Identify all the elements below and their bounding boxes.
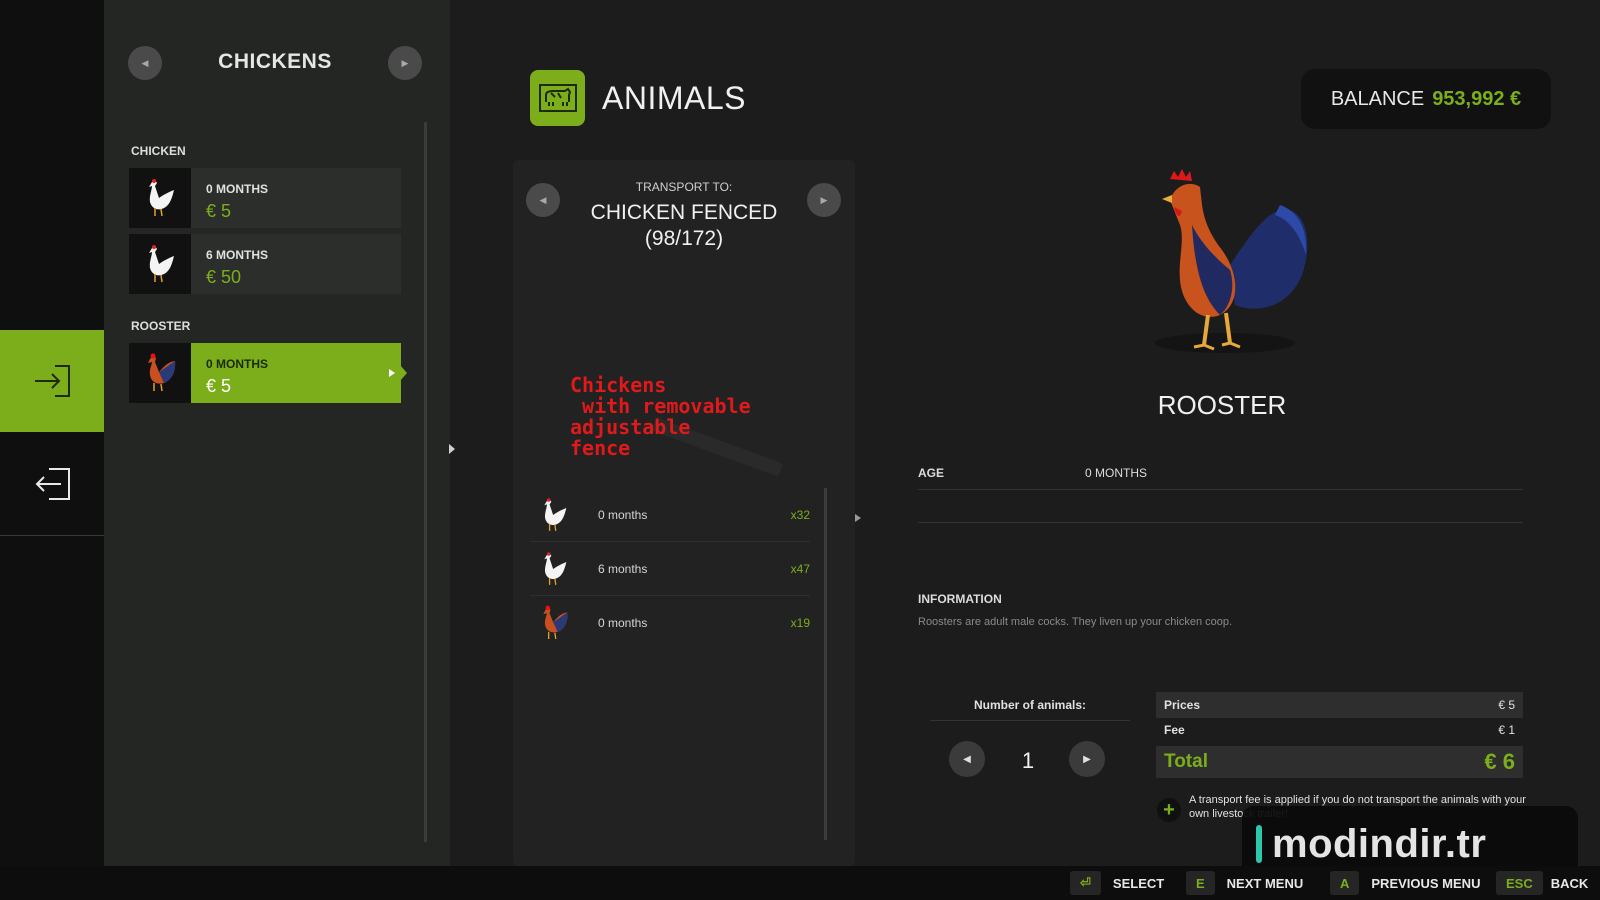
exit-icon bbox=[35, 468, 70, 500]
balance-value: 953,992 € bbox=[1432, 87, 1522, 110]
watermark-text: modindir.tr bbox=[1272, 821, 1487, 866]
fee-label: Fee bbox=[1164, 723, 1185, 737]
transport-expand-arrow-icon[interactable] bbox=[855, 514, 861, 522]
balance-display: BALANCE 953,992 € bbox=[1301, 69, 1551, 129]
rail-divider bbox=[0, 535, 104, 536]
row-age: 6 months bbox=[598, 562, 648, 576]
row-count: x19 bbox=[790, 616, 810, 630]
hint-label: NEXT MENU bbox=[1226, 875, 1304, 891]
age-value: 0 MONTHS bbox=[1085, 466, 1148, 480]
fee-row: Fee € 1 bbox=[1156, 717, 1523, 743]
balance-label: BALANCE bbox=[1330, 87, 1425, 110]
animals-screen: ◀ CHICKENS ▶ CHICKEN 0 MONTHS € 5 6 MONT… bbox=[0, 0, 1600, 900]
husbandry-row: 6 months x47 bbox=[530, 542, 810, 596]
decrease-button[interactable]: ◀ bbox=[949, 741, 985, 777]
total-row: Total € 6 bbox=[1156, 746, 1523, 778]
animals-logo bbox=[530, 70, 585, 126]
quantity-value: 1 bbox=[1021, 748, 1035, 773]
sell-tab[interactable] bbox=[0, 433, 104, 535]
hint-next-menu[interactable]: E NEXT MENU bbox=[1186, 871, 1303, 895]
rooster-icon bbox=[536, 604, 572, 642]
hen-icon bbox=[129, 234, 191, 294]
category-scrollbar[interactable] bbox=[424, 122, 427, 842]
hint-label: PREVIOUS MENU bbox=[1371, 875, 1481, 891]
prev-category-button[interactable]: ◀ bbox=[128, 46, 162, 80]
key-badge: E bbox=[1186, 871, 1215, 895]
enter-icon bbox=[35, 365, 70, 397]
arrow-left-icon: ◀ bbox=[141, 57, 149, 68]
transport-destination: CHICKEN FENCED (98/172) bbox=[513, 200, 855, 252]
increase-button[interactable]: ▶ bbox=[1069, 741, 1105, 777]
rooster-icon bbox=[129, 343, 191, 403]
animal-name: ROOSTER bbox=[1157, 390, 1287, 420]
overlay-caption: Chickens with removable adjustable fence bbox=[570, 373, 751, 460]
hint-label: BACK bbox=[1550, 875, 1589, 891]
item-price: € 5 bbox=[206, 201, 232, 221]
info-text: Roosters are adult male cocks. They live… bbox=[918, 616, 1233, 628]
transport-scrollbar[interactable] bbox=[824, 488, 827, 840]
fee-value: € 1 bbox=[1498, 723, 1515, 737]
left-rail bbox=[0, 0, 111, 866]
divider bbox=[918, 489, 1523, 490]
hint-back[interactable]: ESC BACK bbox=[1496, 871, 1588, 895]
item-age: 0 MONTHS bbox=[206, 182, 269, 196]
rooster-image bbox=[1130, 165, 1320, 365]
item-price: € 50 bbox=[206, 267, 242, 287]
panel-expand-arrow-icon[interactable] bbox=[449, 444, 455, 454]
rooster-icon bbox=[1155, 169, 1308, 353]
page-title: ANIMALS bbox=[602, 80, 746, 116]
key-badge: A bbox=[1330, 871, 1360, 895]
item-price: € 5 bbox=[206, 376, 232, 396]
plus-icon: + bbox=[1157, 798, 1181, 822]
total-label: Total bbox=[1164, 751, 1208, 772]
prices-label: Prices bbox=[1164, 698, 1201, 712]
row-count: x47 bbox=[790, 562, 810, 576]
hint-previous-menu[interactable]: A PREVIOUS MENU bbox=[1330, 871, 1480, 895]
destination-name: CHICKEN FENCED bbox=[590, 201, 778, 224]
category-title: CHICKENS bbox=[218, 50, 332, 73]
list-item-chicken-0[interactable]: 0 MONTHS € 5 bbox=[129, 168, 401, 228]
cow-icon bbox=[538, 84, 577, 112]
arrow-left-icon: ◀ bbox=[963, 753, 971, 765]
hint-label: SELECT bbox=[1112, 875, 1165, 891]
husbandry-row: 0 months x32 bbox=[530, 488, 810, 542]
group-label-rooster: ROOSTER bbox=[131, 319, 191, 333]
next-category-button[interactable]: ▶ bbox=[388, 46, 422, 80]
item-age: 6 MONTHS bbox=[206, 248, 269, 262]
buy-tab[interactable] bbox=[0, 330, 111, 432]
hint-select[interactable]: ⏎ SELECT bbox=[1070, 871, 1164, 895]
age-label: AGE bbox=[918, 466, 945, 480]
total-value: € 6 bbox=[1484, 749, 1515, 774]
list-item-rooster-0[interactable]: 0 MONTHS € 5 bbox=[129, 343, 407, 403]
arrow-right-icon: ▶ bbox=[401, 57, 409, 68]
row-age: 0 months bbox=[598, 508, 648, 522]
hen-icon bbox=[536, 550, 572, 588]
group-label-chicken: CHICKEN bbox=[131, 144, 186, 158]
row-count: x32 bbox=[790, 508, 810, 522]
arrow-right-icon: ▶ bbox=[1083, 753, 1091, 765]
selected-arrow-icon bbox=[389, 369, 395, 377]
list-item-chicken-6[interactable]: 6 MONTHS € 50 bbox=[129, 234, 401, 294]
enter-key-icon: ⏎ bbox=[1070, 871, 1101, 895]
item-age: 0 MONTHS bbox=[206, 357, 269, 371]
hen-icon bbox=[129, 168, 191, 228]
divider bbox=[918, 522, 1523, 523]
info-heading: INFORMATION bbox=[918, 592, 1002, 606]
prices-value: € 5 bbox=[1498, 698, 1515, 712]
husbandry-row: 0 months x19 bbox=[530, 596, 810, 650]
hen-icon bbox=[536, 496, 572, 534]
divider bbox=[930, 720, 1130, 721]
key-badge: ESC bbox=[1496, 871, 1543, 895]
prices-row: Prices € 5 bbox=[1156, 692, 1523, 718]
number-of-animals-label: Number of animals: bbox=[973, 698, 1087, 712]
watermark-bar bbox=[1256, 825, 1262, 863]
transport-label: TRANSPORT TO: bbox=[635, 180, 733, 194]
destination-capacity: (98/172) bbox=[644, 227, 724, 250]
category-panel bbox=[104, 0, 450, 866]
row-age: 0 months bbox=[598, 616, 648, 630]
